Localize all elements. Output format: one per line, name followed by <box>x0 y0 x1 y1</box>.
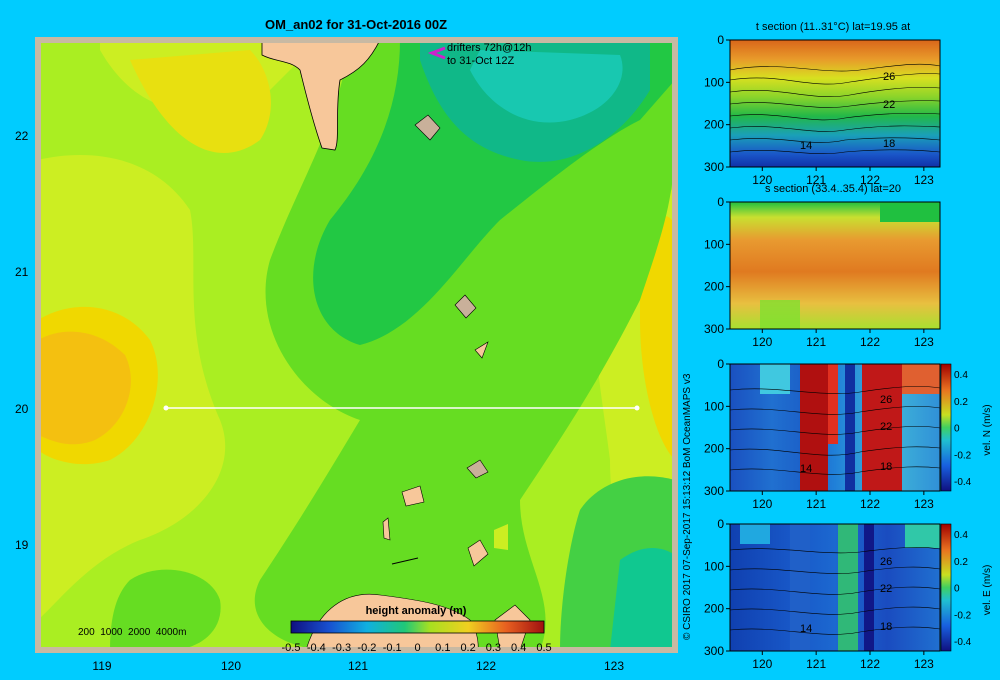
section-end-marker <box>634 405 640 411</box>
colorbar-tick-label: -0.1 <box>383 642 402 654</box>
t-section-panel: t section (11..31°C) lat=19.95 at 26 22 … <box>704 21 941 187</box>
lon-tick-label: 120 <box>221 659 241 673</box>
vel-colorbar-tick-label: -0.4 <box>954 477 972 488</box>
lon-tick-label: 120 <box>752 335 772 349</box>
vel-colorbar-tick-label: -0.4 <box>954 637 972 648</box>
lon-tick-label: 122 <box>860 497 880 511</box>
vel-colorbar-tick-label: 0.4 <box>954 370 968 381</box>
colorbar-tick-label: -0.4 <box>307 642 326 654</box>
depth-tick-label: 0 <box>717 195 724 209</box>
contour-label: 26 <box>880 556 892 568</box>
credit-text: © CSIRO 2017 07-Sep-2017 15:13:12 BoM Oc… <box>682 373 693 640</box>
lon-tick-label: 120 <box>752 497 772 511</box>
contour-label: 14 <box>800 140 812 152</box>
contour-label: 26 <box>880 394 892 406</box>
colorbar-title: height anomaly (m) <box>366 605 467 617</box>
vel-n-colorbar-label: vel. N (m/s) <box>982 404 993 455</box>
section-start-marker <box>163 405 169 411</box>
colorbar-tick-label: -0.5 <box>282 642 301 654</box>
contour-label: 18 <box>880 621 892 633</box>
vel-colorbar-tick-label: -0.2 <box>954 450 972 461</box>
colorbar-tick-label: 0.4 <box>511 642 526 654</box>
colorbar-tick-label: 0.5 <box>536 642 551 654</box>
lon-tick-label: 123 <box>914 497 934 511</box>
lon-tick-label: 123 <box>914 173 934 187</box>
oceanmaps-figure: OM_an02 for 31-Oct-2016 00Z drifters 72h… <box>15 17 993 673</box>
depth-tick-label: 300 <box>704 322 724 336</box>
lon-tick-label: 122 <box>476 659 496 673</box>
depth-tick-label: 0 <box>717 357 724 371</box>
colorbar-tick-label: -0.2 <box>357 642 376 654</box>
lon-tick-label: 122 <box>860 657 880 671</box>
lon-tick-label: 123 <box>604 659 624 673</box>
contour-label: 14 <box>800 623 812 635</box>
s-section-panel: s section (33.4..35.4) lat=20 0 100 200 300… <box>704 183 941 349</box>
depth-tick-label: 200 <box>704 118 724 132</box>
contour-label: 26 <box>883 71 895 83</box>
colorbar-tick-label: -0.3 <box>332 642 351 654</box>
t-section-title: t section (11..31°C) lat=19.95 at <box>756 21 910 33</box>
colorbar-tick-label: 0.3 <box>486 642 501 654</box>
depth-tick-label: 300 <box>704 160 724 174</box>
vel-e-section-panel: 26 22 18 14 vel. E (m/s) 0 100 200 300 120 12… <box>704 517 993 671</box>
depth-tick-label: 0 <box>717 33 724 47</box>
depth-tick-label: 200 <box>704 602 724 616</box>
vel-n-colorbar <box>940 363 952 492</box>
lon-tick-label: 119 <box>92 659 111 673</box>
vel-e-colorbar <box>940 523 952 652</box>
s-section-title: s section (33.4..35.4) lat=20 <box>765 183 901 195</box>
lon-tick-label: 120 <box>752 657 772 671</box>
contour-label: 14 <box>800 463 812 475</box>
depth-tick-label: 100 <box>704 75 724 89</box>
lat-tick-label: 22 <box>15 129 29 143</box>
vel-colorbar-tick-label: 0 <box>954 584 960 595</box>
depth-tick-label: 200 <box>704 442 724 456</box>
lon-tick-label: 121 <box>348 659 368 673</box>
drifters-label-line2: to 31-Oct 12Z <box>447 55 515 67</box>
lat-tick-label: 21 <box>15 265 29 279</box>
lat-tick-label: 19 <box>15 538 29 552</box>
drifters-label-line1: drifters 72h@12h <box>447 42 532 54</box>
depth-tick-label: 0 <box>717 517 724 531</box>
height-anomaly-map <box>38 40 675 650</box>
colorbar-tick-label: 0 <box>414 642 420 654</box>
depth-legend: 200 1000 2000 4000m <box>78 627 186 638</box>
vel-colorbar-tick-label: -0.2 <box>954 610 972 621</box>
depth-tick-label: 100 <box>704 559 724 573</box>
colorbar-tick-label: 0.2 <box>460 642 475 654</box>
lat-tick-label: 20 <box>15 402 29 416</box>
lon-tick-label: 123 <box>914 335 934 349</box>
colorbar-tick-label: 0.1 <box>435 642 450 654</box>
depth-tick-label: 100 <box>704 237 724 251</box>
contour-label: 18 <box>883 138 895 150</box>
lon-tick-label: 122 <box>860 335 880 349</box>
lon-tick-label: 123 <box>914 657 934 671</box>
depth-tick-label: 200 <box>704 280 724 294</box>
contour-label: 22 <box>880 583 892 595</box>
depth-tick-label: 300 <box>704 484 724 498</box>
vel-colorbar-tick-label: 0 <box>954 424 960 435</box>
vel-colorbar-tick-label: 0.2 <box>954 397 968 408</box>
contour-label: 18 <box>880 461 892 473</box>
contour-label: 22 <box>883 99 895 111</box>
vel-n-section-panel: 26 22 18 14 vel. N (m/s) 0 100 200 300 120 12… <box>704 357 993 511</box>
vel-colorbar-tick-label: 0.2 <box>954 557 968 568</box>
lon-tick-label: 121 <box>806 335 826 349</box>
contour-label: 22 <box>880 421 892 433</box>
vel-colorbar-tick-label: 0.4 <box>954 530 968 541</box>
depth-tick-label: 300 <box>704 644 724 658</box>
vel-e-colorbar-label: vel. E (m/s) <box>982 565 993 616</box>
lon-tick-label: 121 <box>806 497 826 511</box>
lat-axis: 22 21 20 19 <box>15 129 29 552</box>
depth-tick-label: 100 <box>704 399 724 413</box>
lon-axis: 119 120 121 122 123 <box>92 659 624 673</box>
map-title: OM_an02 for 31-Oct-2016 00Z <box>265 17 447 32</box>
lon-tick-label: 121 <box>806 657 826 671</box>
